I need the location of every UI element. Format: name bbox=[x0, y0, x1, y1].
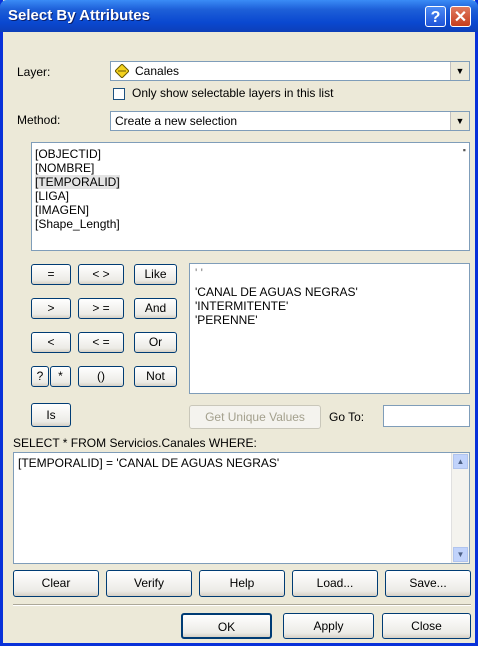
field-item[interactable]: [LIGA] bbox=[35, 189, 69, 203]
close-titlebar-button[interactable]: ✕ bbox=[450, 6, 471, 27]
sql-scrollbar[interactable]: ▲ ▼ bbox=[451, 453, 469, 563]
sql-expression-text: [TEMPORALID] = 'CANAL DE AGUAS NEGRAS' bbox=[18, 456, 280, 470]
ok-button[interactable]: OK bbox=[181, 613, 272, 639]
apply-button[interactable]: Apply bbox=[283, 613, 374, 639]
or-button[interactable]: Or bbox=[134, 332, 177, 353]
field-item-selected[interactable]: [TEMPORALID] bbox=[35, 175, 120, 189]
value-item[interactable]: 'INTERMITENTE' bbox=[195, 299, 288, 313]
parentheses-button[interactable]: () bbox=[78, 366, 124, 387]
unique-values-list[interactable]: ' ' 'CANAL DE AGUAS NEGRAS' 'INTERMITENT… bbox=[189, 263, 470, 394]
clear-button[interactable]: Clear bbox=[13, 570, 99, 597]
equals-button[interactable]: = bbox=[31, 264, 71, 285]
goto-input[interactable] bbox=[383, 405, 470, 427]
is-button[interactable]: Is bbox=[31, 403, 71, 427]
less-than-button[interactable]: < bbox=[31, 332, 71, 353]
fields-list[interactable]: [OBJECTID] [NOMBRE] [TEMPORALID] [LIGA] … bbox=[31, 142, 470, 251]
verify-button[interactable]: Verify bbox=[106, 570, 192, 597]
selectable-layers-checkbox[interactable] bbox=[113, 88, 125, 100]
greater-equal-button[interactable]: > = bbox=[78, 298, 124, 319]
layer-label: Layer: bbox=[17, 65, 51, 79]
help-titlebar-button[interactable]: ? bbox=[425, 6, 446, 27]
method-value: Create a new selection bbox=[115, 114, 238, 128]
scroll-up-icon[interactable]: ▲ bbox=[453, 454, 468, 469]
not-button[interactable]: Not bbox=[134, 366, 177, 387]
selectable-layers-label: Only show selectable layers in this list bbox=[132, 86, 334, 100]
close-button[interactable]: Close bbox=[382, 613, 471, 639]
resize-grip-icon[interactable]: ▪ bbox=[463, 145, 466, 155]
load-button[interactable]: Load... bbox=[292, 570, 378, 597]
method-label: Method: bbox=[17, 113, 61, 127]
field-item[interactable]: [Shape_Length] bbox=[35, 217, 120, 231]
sql-prefix-label: SELECT * FROM Servicios.Canales WHERE: bbox=[13, 436, 257, 450]
save-button[interactable]: Save... bbox=[385, 570, 471, 597]
goto-label: Go To: bbox=[329, 410, 365, 424]
field-item[interactable]: [OBJECTID] bbox=[35, 147, 101, 161]
sql-expression-textarea[interactable]: [TEMPORALID] = 'CANAL DE AGUAS NEGRAS' ▲… bbox=[13, 452, 470, 564]
value-item[interactable]: 'CANAL DE AGUAS NEGRAS' bbox=[195, 285, 358, 299]
layer-icon bbox=[114, 63, 130, 79]
layer-value: Canales bbox=[135, 64, 180, 78]
value-item[interactable]: ' ' bbox=[195, 266, 203, 280]
get-unique-values-button[interactable]: Get Unique Values bbox=[189, 405, 321, 429]
like-button[interactable]: Like bbox=[134, 264, 177, 285]
multi-char-wildcard-button[interactable]: * bbox=[50, 366, 71, 387]
select-by-attributes-dialog: Select By Attributes ? ✕ Layer: Canales … bbox=[0, 0, 478, 646]
help-button[interactable]: Help bbox=[199, 570, 285, 597]
divider bbox=[13, 604, 471, 606]
field-item[interactable]: [IMAGEN] bbox=[35, 203, 89, 217]
chevron-down-icon[interactable]: ▼ bbox=[450, 112, 469, 130]
window-title: Select By Attributes bbox=[8, 7, 150, 24]
single-char-wildcard-button[interactable]: ? bbox=[31, 366, 49, 387]
title-bar: Select By Attributes ? ✕ bbox=[0, 0, 478, 32]
scroll-down-icon[interactable]: ▼ bbox=[453, 547, 468, 562]
chevron-down-icon[interactable]: ▼ bbox=[450, 62, 469, 80]
less-equal-button[interactable]: < = bbox=[78, 332, 124, 353]
field-item[interactable]: [NOMBRE] bbox=[35, 161, 94, 175]
method-dropdown[interactable]: Create a new selection ▼ bbox=[110, 111, 470, 131]
greater-than-button[interactable]: > bbox=[31, 298, 71, 319]
layer-dropdown[interactable]: Canales ▼ bbox=[110, 61, 470, 81]
not-equal-button[interactable]: < > bbox=[78, 264, 124, 285]
and-button[interactable]: And bbox=[134, 298, 177, 319]
value-item[interactable]: 'PERENNE' bbox=[195, 313, 258, 327]
